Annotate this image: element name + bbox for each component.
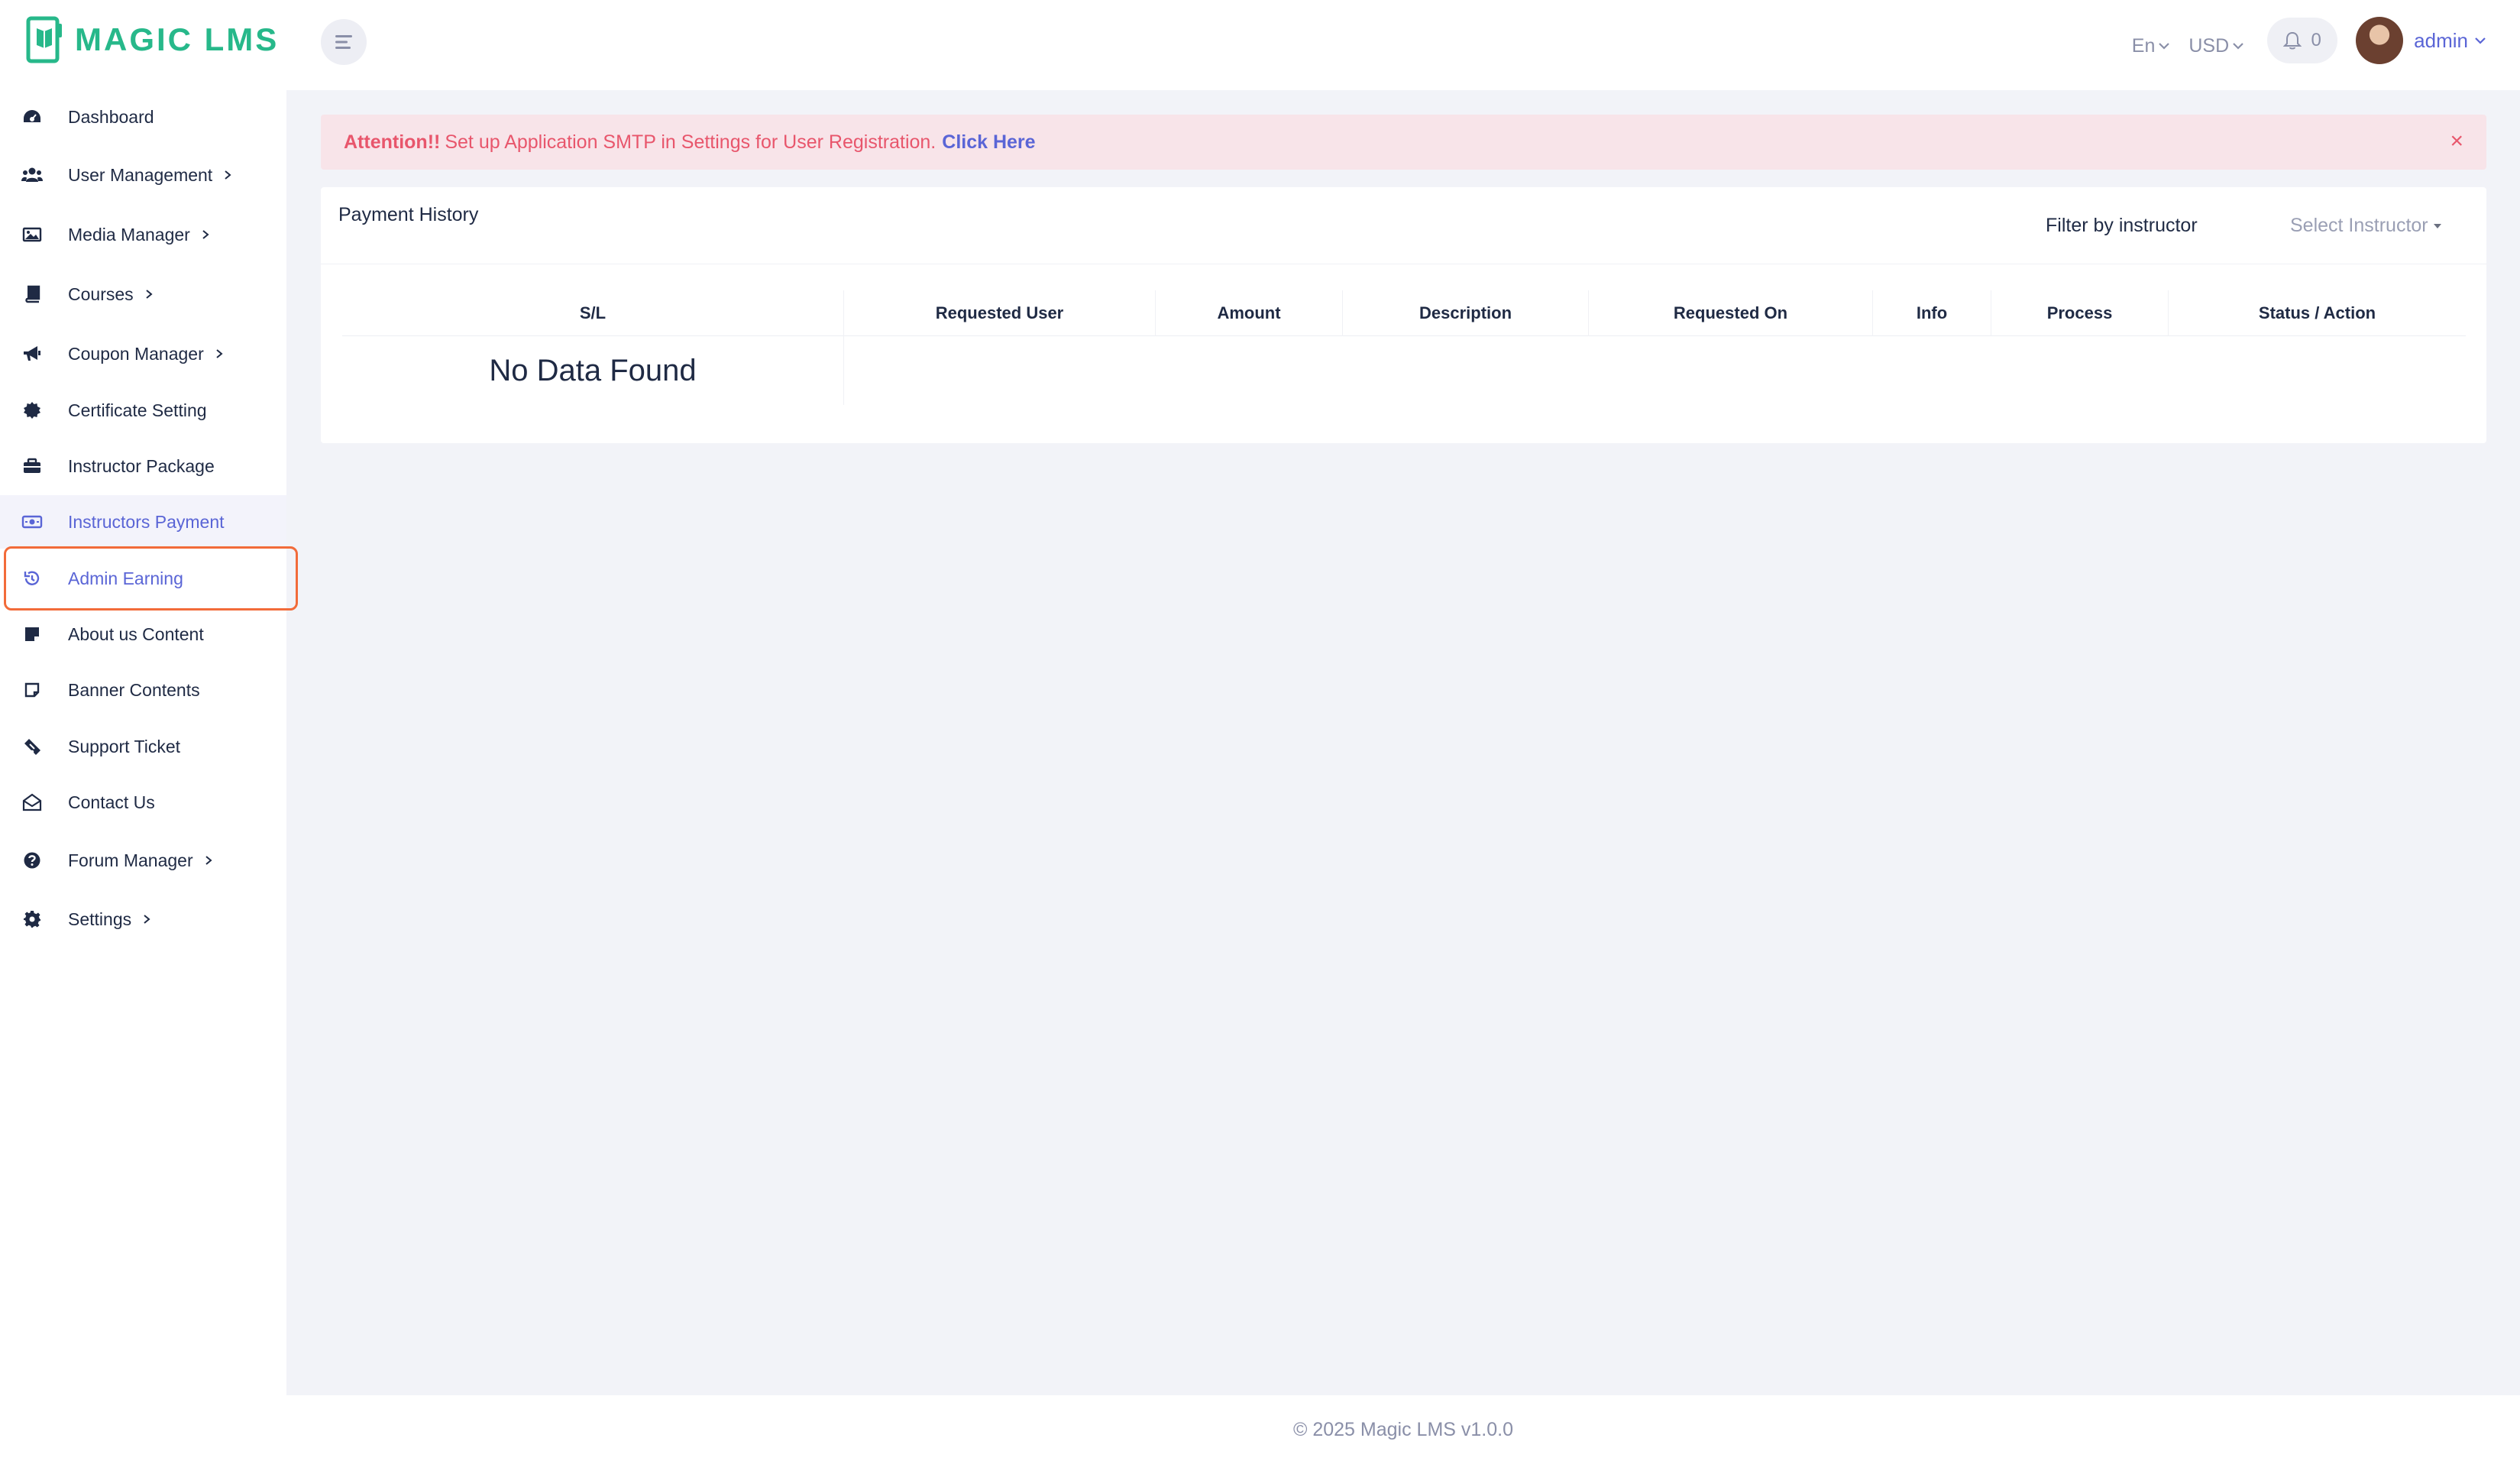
table-header-row: S/L Requested User Amount Description Re… bbox=[342, 290, 2466, 336]
caret-down-icon bbox=[2433, 223, 2441, 228]
chevron-down-icon bbox=[2475, 37, 2486, 44]
megaphone-icon bbox=[21, 343, 43, 364]
page-footer: © 2025 Magic LMS v1.0.0 bbox=[286, 1395, 2520, 1464]
sidebar-item-coupon-manager[interactable]: Coupon Manager bbox=[0, 327, 286, 381]
column-header-amount[interactable]: Amount bbox=[1156, 290, 1343, 336]
chevron-right-icon bbox=[144, 284, 154, 305]
gear-icon bbox=[21, 909, 43, 930]
column-header-requested-on[interactable]: Requested On bbox=[1589, 290, 1873, 336]
sidebar: Dashboard User Management Media Manager … bbox=[0, 90, 286, 1464]
sidebar-item-label: Certificate Setting bbox=[68, 400, 207, 420]
alert-click-here-link[interactable]: Click Here bbox=[942, 131, 1035, 154]
instructor-select-placeholder: Select Instructor bbox=[2290, 215, 2428, 236]
card-title: Payment History bbox=[338, 204, 479, 225]
sidebar-item-forum-manager[interactable]: Forum Manager bbox=[0, 834, 286, 887]
chevron-down-icon bbox=[2159, 43, 2170, 50]
chevron-down-icon bbox=[2233, 43, 2243, 50]
sidebar-item-support-ticket[interactable]: Support Ticket bbox=[0, 720, 286, 773]
language-dropdown[interactable]: En bbox=[2132, 35, 2171, 57]
image-icon bbox=[21, 224, 43, 245]
sidebar-item-label: Forum Manager bbox=[68, 850, 213, 871]
ticket-icon bbox=[21, 736, 43, 757]
note-icon bbox=[21, 623, 43, 645]
empty-state-text: No Data Found bbox=[342, 336, 844, 405]
sidebar-item-dashboard[interactable]: Dashboard bbox=[0, 90, 286, 144]
logo-book-icon bbox=[26, 16, 64, 63]
column-header-sl[interactable]: S/L bbox=[342, 290, 844, 336]
certificate-icon bbox=[21, 400, 43, 421]
sticky-note-icon bbox=[21, 679, 43, 701]
sidebar-item-certificate-setting[interactable]: Certificate Setting bbox=[0, 384, 286, 437]
chevron-right-icon bbox=[204, 850, 213, 871]
alert-close-button[interactable]: × bbox=[2450, 130, 2463, 153]
header-right-controls: En USD 0 admin bbox=[2132, 17, 2486, 64]
chevron-right-icon bbox=[142, 909, 151, 930]
users-icon bbox=[21, 164, 43, 186]
instructor-select[interactable]: Select Instructor bbox=[2290, 215, 2442, 237]
sidebar-item-user-management[interactable]: User Management bbox=[0, 148, 286, 202]
alert-prefix: Attention!! bbox=[344, 131, 441, 153]
sidebar-item-label: Instructors Payment bbox=[68, 511, 225, 532]
money-icon bbox=[21, 511, 43, 533]
sidebar-item-label: Instructor Package bbox=[68, 455, 215, 476]
sidebar-item-courses[interactable]: Courses bbox=[0, 267, 286, 321]
currency-dropdown[interactable]: USD bbox=[2188, 35, 2244, 57]
sidebar-item-banner-contents[interactable]: Banner Contents bbox=[0, 663, 286, 717]
column-header-process[interactable]: Process bbox=[1991, 290, 2169, 336]
column-header-description[interactable]: Description bbox=[1343, 290, 1589, 336]
sidebar-item-label: About us Content bbox=[68, 623, 204, 644]
user-menu-dropdown[interactable]: admin bbox=[2414, 29, 2486, 53]
chevron-right-icon bbox=[223, 165, 232, 186]
sidebar-item-label: Banner Contents bbox=[68, 679, 200, 700]
alert-message: Set up Application SMTP in Settings for … bbox=[445, 131, 937, 153]
sidebar-item-label: Media Manager bbox=[68, 225, 210, 245]
column-header-requested-user[interactable]: Requested User bbox=[844, 290, 1156, 336]
sidebar-item-instructors-payment[interactable]: Instructors Payment bbox=[0, 495, 286, 549]
sidebar-item-media-manager[interactable]: Media Manager bbox=[0, 208, 286, 261]
payment-history-card: Payment History Filter by instructor Sel… bbox=[321, 187, 2486, 443]
chevron-right-icon bbox=[215, 344, 224, 364]
sidebar-item-label: Dashboard bbox=[68, 106, 154, 127]
user-name: admin bbox=[2414, 28, 2468, 52]
logo-text: MAGIC LMS bbox=[75, 21, 280, 57]
notifications-count: 0 bbox=[2311, 30, 2321, 50]
selection-highlight bbox=[4, 546, 298, 611]
book-icon bbox=[21, 283, 43, 305]
currency-value: USD bbox=[2188, 34, 2230, 57]
briefcase-icon bbox=[21, 455, 43, 477]
app-logo[interactable]: MAGIC LMS bbox=[26, 15, 279, 64]
smtp-alert: Attention!! Set up Application SMTP in S… bbox=[321, 115, 2486, 170]
notifications-button[interactable]: 0 bbox=[2267, 18, 2338, 63]
sidebar-item-about-us-content[interactable]: About us Content bbox=[0, 607, 286, 661]
sidebar-item-label: Coupon Manager bbox=[68, 344, 224, 364]
sidebar-item-label: Settings bbox=[68, 909, 151, 930]
sidebar-item-label: Support Ticket bbox=[68, 736, 181, 756]
column-header-info[interactable]: Info bbox=[1873, 290, 1991, 336]
sidebar-item-settings[interactable]: Settings bbox=[0, 892, 286, 946]
sidebar-item-contact-us[interactable]: Contact Us bbox=[0, 776, 286, 829]
question-circle-icon bbox=[21, 850, 43, 871]
column-header-status-action[interactable]: Status / Action bbox=[2169, 290, 2466, 336]
filter-label: Filter by instructor bbox=[2046, 215, 2198, 236]
sidebar-item-label: Contact Us bbox=[68, 792, 155, 812]
top-header: MAGIC LMS En USD 0 admin bbox=[0, 0, 2520, 90]
envelope-open-icon bbox=[21, 792, 43, 813]
user-avatar[interactable] bbox=[2356, 17, 2404, 64]
language-value: En bbox=[2131, 34, 2156, 57]
chevron-right-icon bbox=[201, 225, 210, 245]
sidebar-item-instructor-package[interactable]: Instructor Package bbox=[0, 439, 286, 493]
bell-icon bbox=[2283, 31, 2302, 50]
menu-lines-icon bbox=[335, 35, 352, 49]
footer-copyright: © 2025 Magic LMS v1.0.0 bbox=[1292, 1418, 1513, 1440]
sidebar-toggle-button[interactable] bbox=[321, 19, 367, 65]
dashboard-icon bbox=[21, 106, 43, 128]
sidebar-item-label: Courses bbox=[68, 284, 154, 305]
sidebar-item-label: User Management bbox=[68, 165, 232, 186]
